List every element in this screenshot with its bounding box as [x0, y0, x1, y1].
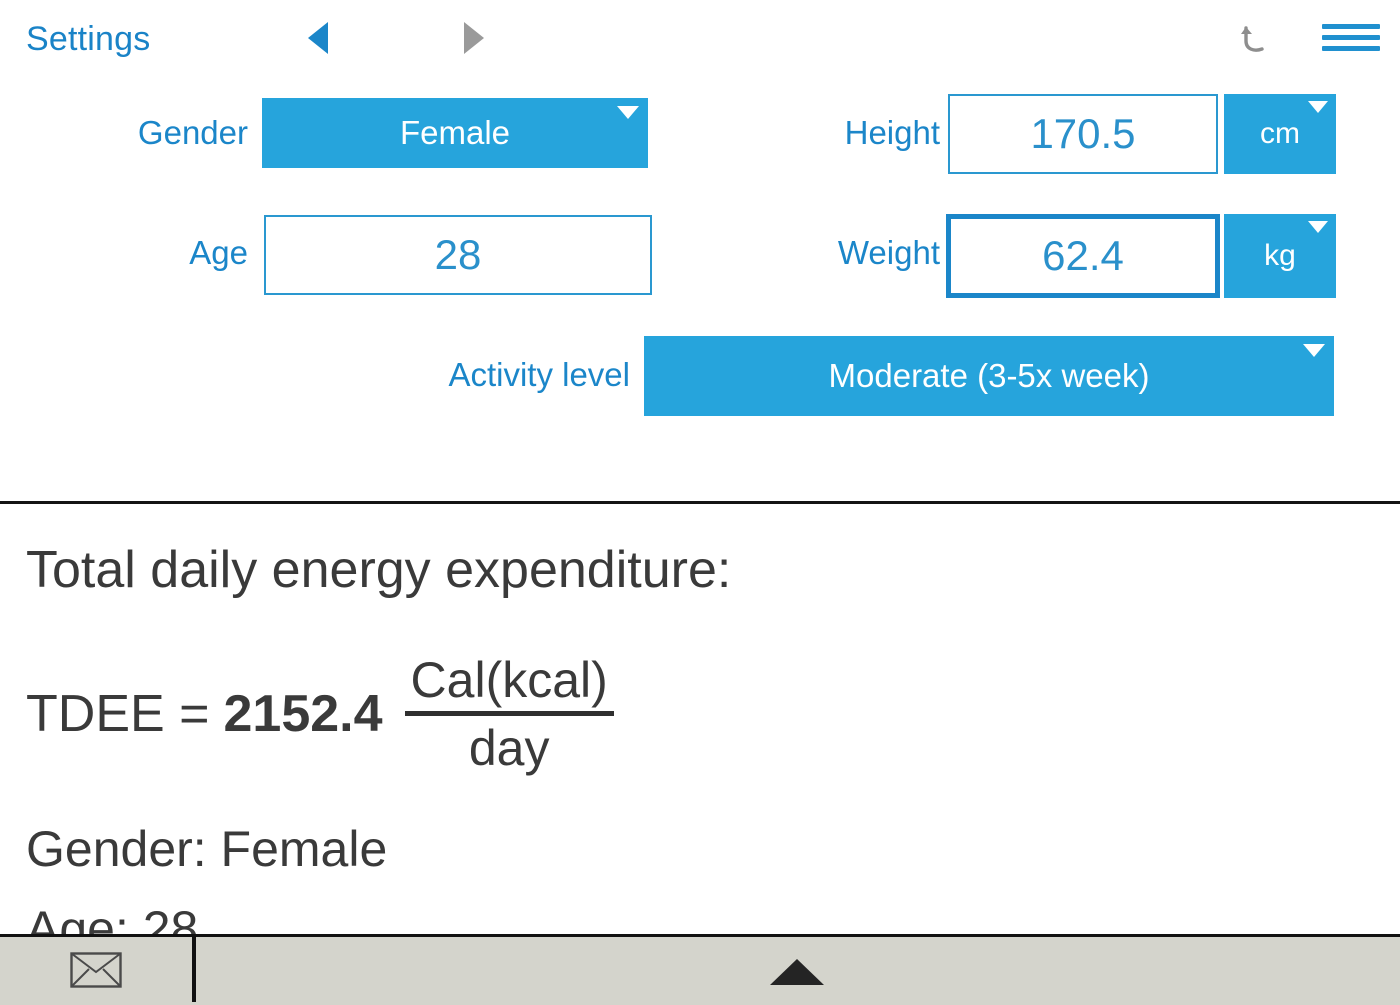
height-label: Height: [844, 114, 940, 151]
gender-label: Gender: [137, 114, 248, 151]
result-line-age: Age: 28: [26, 901, 199, 934]
tdee-unit-numerator: Cal(kcal): [410, 652, 608, 708]
height-unit-dropdown[interactable]: cm: [1224, 94, 1336, 174]
gender-dropdown[interactable]: Female: [262, 98, 648, 168]
age-label: Age: [189, 234, 248, 271]
weight-input[interactable]: 62.4: [946, 214, 1220, 298]
results-panel: Total daily energy expenditure: TDEE = 2…: [0, 504, 1400, 934]
tdee-equation: TDEE = 2152.4 Cal(kcal) day: [26, 654, 614, 774]
triangle-right-icon[interactable]: [464, 22, 484, 54]
age-value: 28: [434, 231, 482, 278]
weight-label: Weight: [837, 234, 940, 271]
activity-level-value: Moderate (3-5x week): [828, 357, 1150, 394]
height-input[interactable]: 170.5: [948, 94, 1218, 174]
chevron-down-icon: [617, 106, 639, 119]
activity-level-label: Activity level: [448, 356, 630, 393]
top-bar: Settings: [0, 0, 1400, 78]
weight-value: 62.4: [1042, 232, 1124, 279]
height-unit-value: cm: [1260, 117, 1300, 150]
chevron-down-icon: [1303, 344, 1325, 357]
undo-arrow-icon[interactable]: [1232, 16, 1278, 62]
page-title: Settings: [26, 20, 151, 58]
hamburger-menu-icon[interactable]: [1322, 24, 1380, 54]
tdee-unit-fraction: Cal(kcal) day: [404, 652, 614, 776]
triangle-up-icon: [770, 959, 824, 985]
result-line-gender: Gender: Female: [26, 821, 388, 877]
weight-unit-dropdown[interactable]: kg: [1224, 214, 1336, 298]
chevron-down-icon: [1308, 221, 1328, 233]
chevron-down-icon: [1308, 101, 1328, 113]
settings-form: Gender Female Age 28 Height 170.5 cm Wei…: [0, 78, 1400, 503]
age-input[interactable]: 28: [264, 215, 652, 295]
tdee-equation-lhs: TDEE =: [26, 685, 210, 743]
triangle-left-icon[interactable]: [308, 22, 328, 54]
gender-value: Female: [399, 114, 511, 151]
tdee-value: 2152.4: [223, 685, 383, 743]
mail-button[interactable]: [0, 937, 196, 1002]
bottom-toolbar: [0, 934, 1400, 1005]
activity-level-dropdown[interactable]: Moderate (3-5x week): [644, 336, 1334, 416]
results-heading: Total daily energy expenditure:: [26, 541, 732, 599]
scroll-up-button[interactable]: [770, 959, 824, 989]
menu-bar-1: [1322, 24, 1380, 29]
height-value: 170.5: [1030, 110, 1136, 157]
menu-bar-2: [1322, 35, 1380, 40]
menu-bar-3: [1322, 46, 1380, 51]
envelope-icon: [70, 951, 122, 988]
weight-unit-value: kg: [1264, 239, 1296, 272]
tdee-unit-denominator: day: [468, 719, 550, 776]
